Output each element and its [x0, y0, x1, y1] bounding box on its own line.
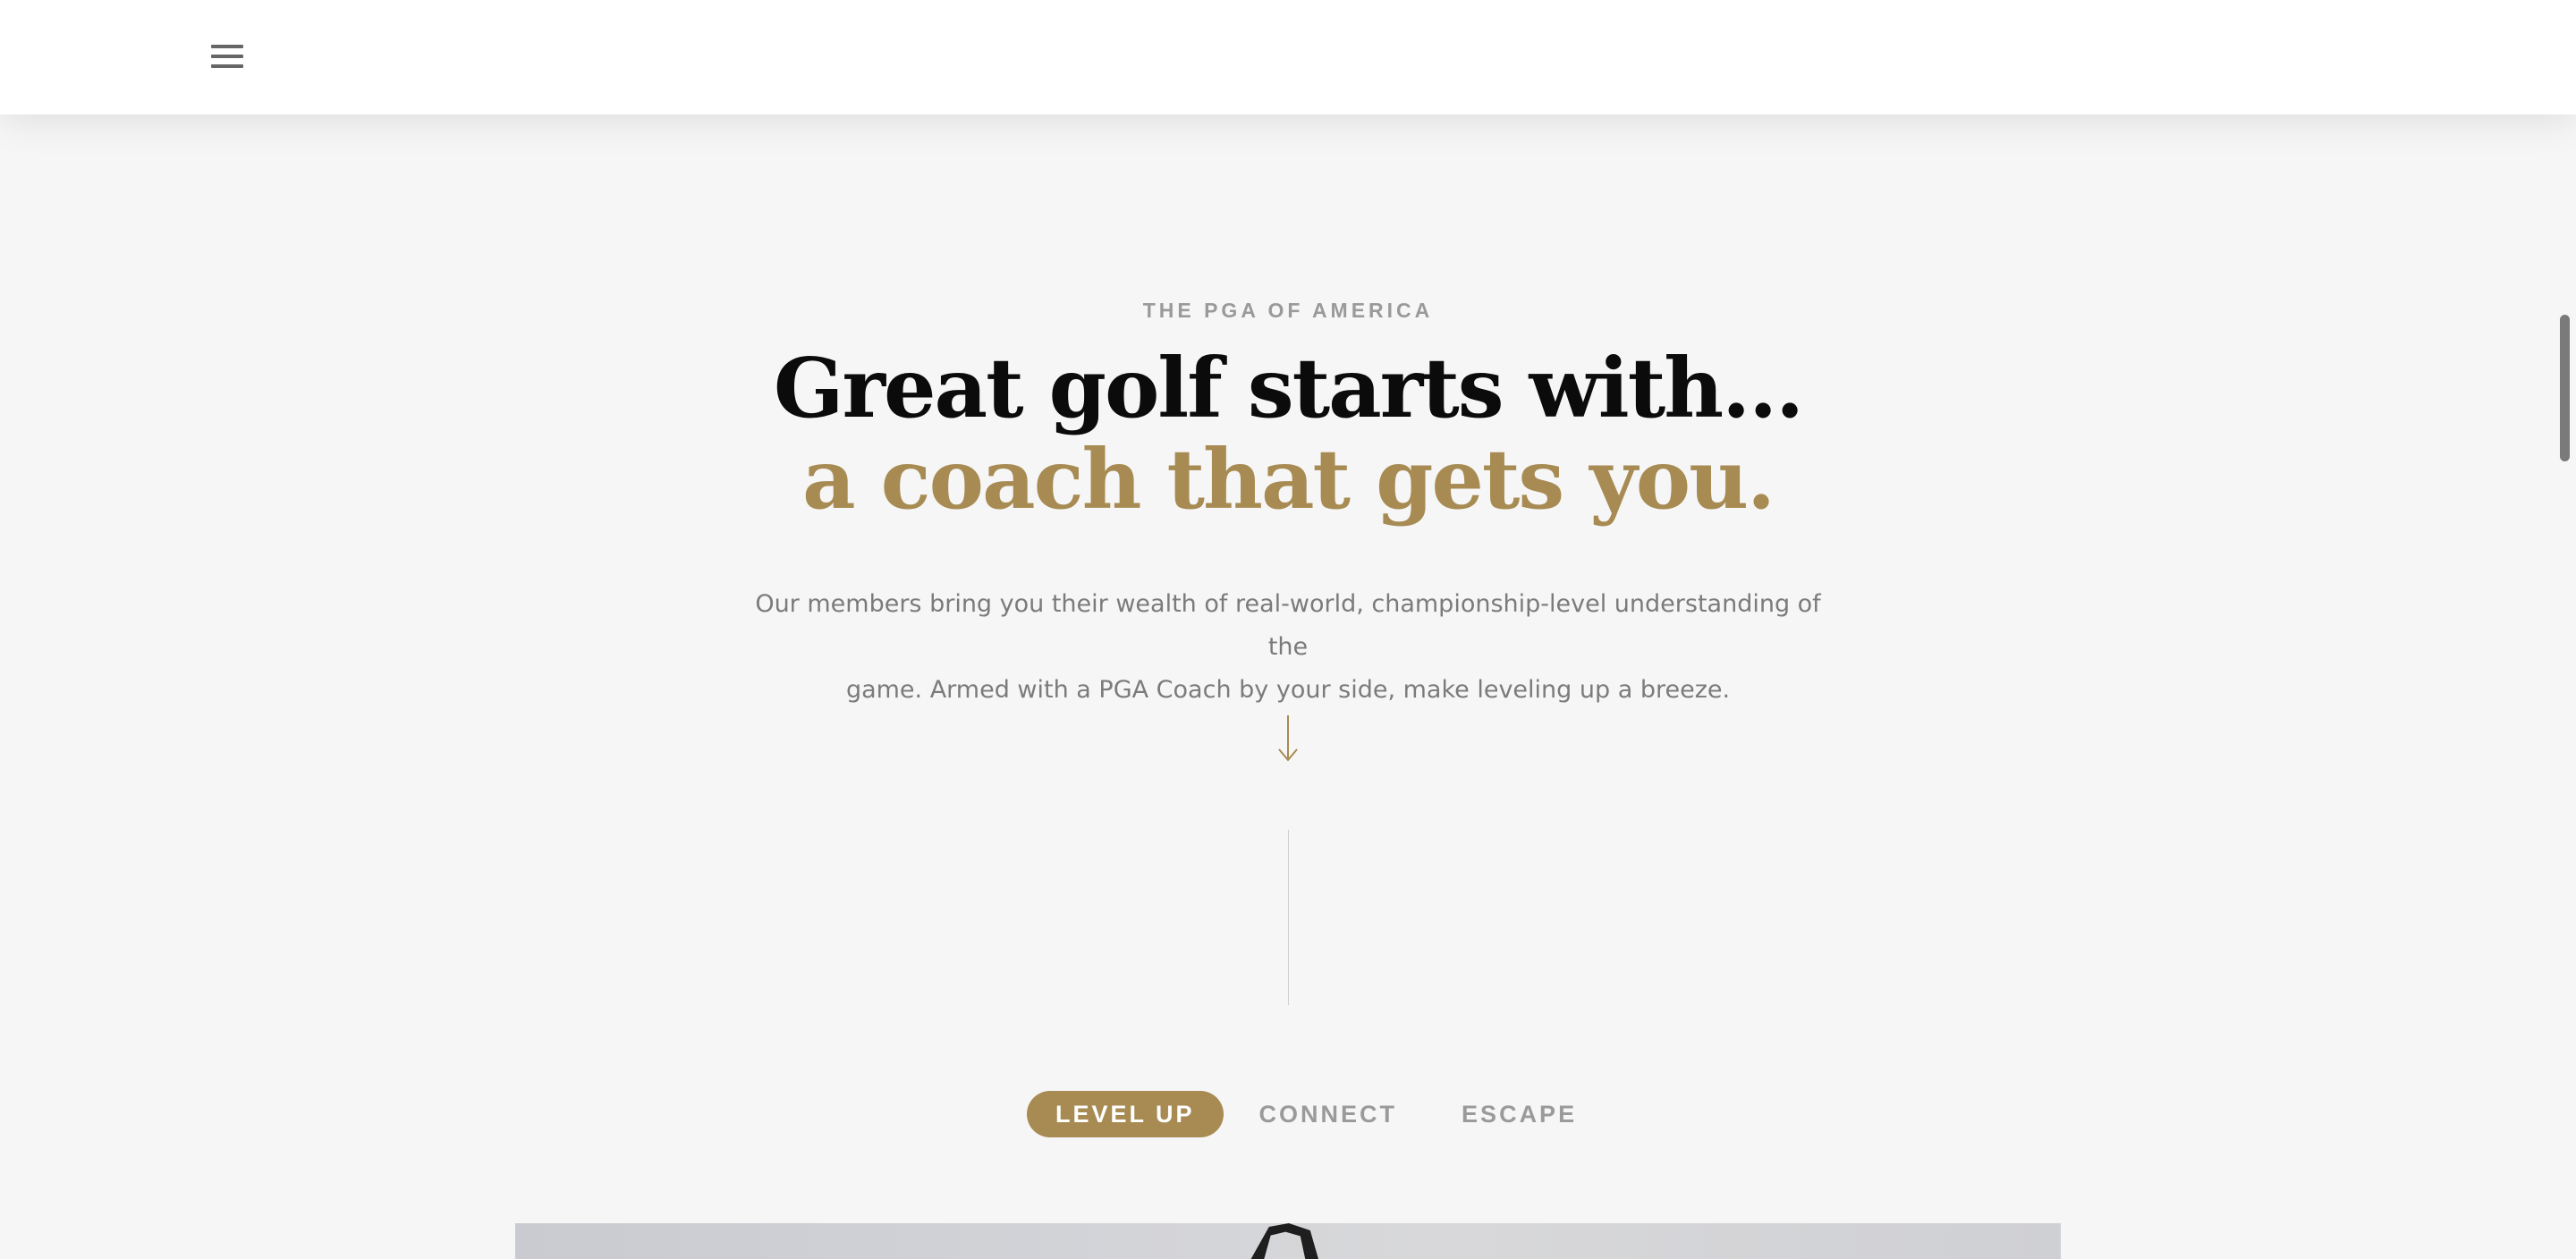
- hero-description: Our members bring you their wealth of re…: [751, 583, 1825, 712]
- hero-image: [515, 1223, 2061, 1259]
- hero-description-line1: Our members bring you their wealth of re…: [755, 590, 1821, 661]
- tab-connect[interactable]: CONNECT: [1259, 1101, 1398, 1128]
- vertical-divider: [1288, 830, 1289, 1005]
- arrow-down-icon[interactable]: [1275, 714, 1301, 764]
- hero-description-line2: game. Armed with a PGA Coach by your sid…: [845, 676, 1731, 704]
- category-tabs: LEVEL UP CONNECT ESCAPE: [1027, 1091, 1577, 1137]
- hamburger-menu-icon[interactable]: [208, 41, 250, 73]
- hero-headline-line2: a coach that gets you.: [801, 431, 1775, 528]
- hero-headline-line1: Great golf starts with…: [773, 340, 1804, 436]
- tab-level-up[interactable]: LEVEL UP: [1027, 1091, 1224, 1137]
- hero-eyebrow: THE PGA OF AMERICA: [1142, 299, 1434, 322]
- scrollbar-thumb[interactable]: [2560, 315, 2570, 461]
- site-header: [0, 0, 2576, 114]
- golf-club-image: [1250, 1223, 1318, 1259]
- tab-escape[interactable]: ESCAPE: [1462, 1101, 1577, 1128]
